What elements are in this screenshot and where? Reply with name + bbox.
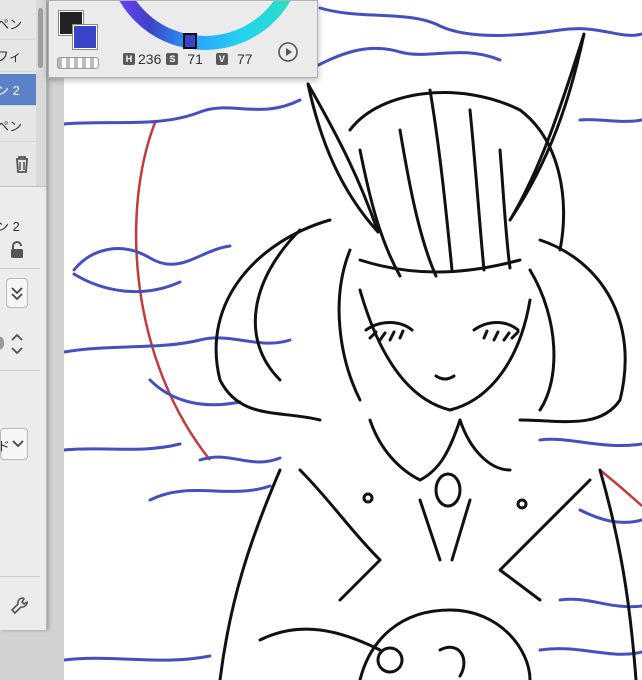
hue-marker[interactable] [183,33,197,49]
scrollbar-thumb[interactable] [38,8,43,68]
play-icon[interactable] [277,41,299,63]
double-chevron-down-icon [11,287,23,301]
tool-property-title: ン 2 [0,219,20,234]
hue-tag: H [123,53,135,65]
divider [0,370,40,371]
divider [0,268,40,269]
slider-knob[interactable] [0,336,4,350]
drawing-canvas[interactable] [64,0,642,680]
color-wheel[interactable] [105,0,305,51]
sub-tool-panel: ペン フィ ン 2 ペン ン 2 ド [0,0,47,630]
brightness-value[interactable]: 77 [237,51,253,67]
divider [0,576,40,577]
value-stepper[interactable] [8,330,26,358]
color-wheel-panel: H 236 S 71 V 77 [48,0,318,78]
sub-tool-item-active[interactable]: ン 2 [0,74,36,106]
saturation-value[interactable]: 71 [187,51,203,67]
saturation-tag: S [166,53,179,65]
wrench-icon[interactable] [8,594,32,618]
trash-icon[interactable] [10,152,34,176]
sub-tool-item[interactable]: ペン [0,110,36,142]
expand-button[interactable] [6,278,28,308]
value-tag: V [215,53,228,65]
canvas-area[interactable] [0,0,642,680]
sub-tool-list: ペン フィ ン 2 ペン [0,0,46,187]
transparent-color-swatch[interactable] [57,57,99,69]
hue-value[interactable]: 236 [138,51,161,67]
sub-tool-item[interactable]: ペン [0,8,36,40]
lock-icon[interactable] [8,240,26,260]
line-art [64,6,642,680]
hsv-readout: H 236 S 71 V 77 [123,51,258,67]
stepper-arrows-icon [11,333,23,355]
blend-mode-dropdown[interactable]: ド [0,428,28,460]
sub-color-swatch[interactable] [72,24,98,50]
sub-tool-item[interactable]: フィ [0,40,36,72]
chevron-down-icon [12,440,24,448]
